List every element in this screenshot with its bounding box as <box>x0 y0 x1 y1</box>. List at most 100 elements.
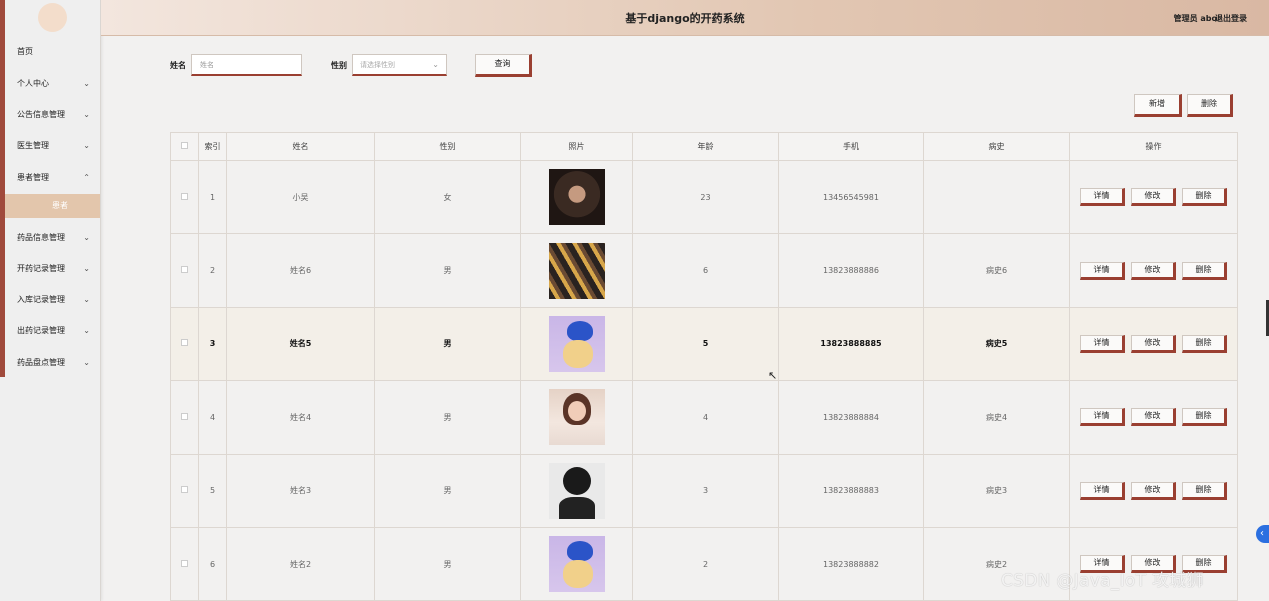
sidebar-item-doctors[interactable]: 医生管理 ⌄ <box>5 135 100 157</box>
table-row[interactable]: 1 小吴女 23 13456545981 详情 修改 删除 <box>170 159 1238 235</box>
row-checkbox-cell[interactable] <box>170 233 199 308</box>
cell-name: 姓名3 <box>226 453 375 528</box>
cell-gender: 男 <box>374 233 521 308</box>
row-checkbox[interactable] <box>181 339 188 347</box>
cell-name: 姓名4 <box>226 380 375 455</box>
detail-button[interactable]: 详情 <box>1080 408 1125 427</box>
cell-phone: 13823888883 <box>778 453 924 528</box>
delete-button[interactable]: 删除 <box>1182 188 1227 207</box>
row-checkbox-cell[interactable] <box>170 306 199 382</box>
cell-gender: 男 <box>374 453 521 528</box>
cell-name: 姓名5 <box>226 306 375 382</box>
avatar[interactable] <box>38 3 67 32</box>
table-row[interactable]: 5 姓名3 男 3 13823888883 病史3 详情 修改 删除 <box>170 453 1238 528</box>
chevron-down-icon: ⌄ <box>83 326 90 335</box>
gender-select[interactable]: 请选择性别 ⌄ <box>352 54 447 76</box>
cell-phone: 13823888882 <box>778 526 924 601</box>
sidebar-item-label: 开药记录管理 <box>17 264 65 273</box>
name-search-input[interactable]: 姓名 <box>191 54 302 76</box>
detail-button[interactable]: 详情 <box>1080 481 1125 500</box>
cell-age: 4 <box>632 380 779 455</box>
name-label: 姓名 <box>170 61 186 70</box>
chevron-down-icon: ⌄ <box>432 60 439 69</box>
sidebar-item-label: 公告信息管理 <box>17 110 65 119</box>
edit-button[interactable]: 修改 <box>1131 334 1176 353</box>
detail-button[interactable]: 详情 <box>1080 188 1125 207</box>
select-all-checkbox[interactable] <box>181 142 188 149</box>
row-checkbox-cell[interactable] <box>170 526 199 601</box>
sidebar-item-stock-in[interactable]: 入库记录管理 ⌄ <box>5 289 100 311</box>
cell-actions: 详情 修改 删除 <box>1069 306 1238 382</box>
add-button[interactable]: 新增 <box>1134 94 1182 117</box>
delete-button[interactable]: 删除 <box>1182 481 1227 500</box>
patient-photo <box>548 169 605 226</box>
patient-table: 索引 姓名 性别 照片 年龄 手机 病史 操作 1 小吴女 23 1345654598… <box>170 132 1238 601</box>
edit-button[interactable]: 修改 <box>1131 261 1176 280</box>
cell-index: 3 <box>198 306 227 382</box>
patient-photo <box>548 242 605 299</box>
patient-photo <box>548 462 605 519</box>
row-checkbox[interactable] <box>181 266 188 274</box>
table-row[interactable]: 4 姓名4 男 4 13823888884 病史4 详情 修改 删除 <box>170 380 1238 455</box>
row-checkbox[interactable] <box>181 486 188 494</box>
column-header-history: 病史 <box>923 132 1070 161</box>
logout-link[interactable]: 退出登录 <box>1215 13 1247 24</box>
table-row[interactable]: 2 姓名6 男 6 13823888886 病史6 详情 修改 删除 <box>170 233 1238 308</box>
cell-photo <box>520 526 633 601</box>
row-checkbox[interactable] <box>181 192 188 200</box>
edit-button[interactable]: 修改 <box>1131 481 1176 500</box>
sidebar-item-medicines[interactable]: 药品信息管理 ⌄ <box>5 227 100 249</box>
patient-photo <box>548 536 605 593</box>
sidebar-item-profile[interactable]: 个人中心 ⌄ <box>5 73 100 95</box>
row-checkbox-cell[interactable] <box>170 453 199 528</box>
column-header-phone: 手机 <box>778 132 924 161</box>
column-header-gender: 性别 <box>374 132 521 161</box>
gender-select-placeholder: 请选择性别 <box>360 61 395 69</box>
gender-label: 性别 <box>331 61 347 70</box>
cell-index: 6 <box>198 526 227 601</box>
header: 基于django的开药系统 管理员 abo 退出登录 <box>101 0 1269 36</box>
cell-name: 姓名6 <box>226 233 375 308</box>
sidebar-subitem-patient[interactable]: 患者 <box>5 194 100 218</box>
cell-photo <box>520 453 633 528</box>
cell-history: 病史5 <box>923 306 1070 382</box>
row-checkbox-cell[interactable] <box>170 380 199 455</box>
chevron-down-icon: ⌄ <box>83 79 90 88</box>
cell-name: 姓名2 <box>226 526 375 601</box>
sidebar-item-label: 医生管理 <box>17 141 49 150</box>
mouse-cursor-icon: ↖ <box>768 369 778 382</box>
sidebar-item-patients[interactable]: 患者管理 ⌃ <box>5 167 100 189</box>
row-checkbox[interactable] <box>181 559 188 567</box>
cell-photo <box>520 306 633 382</box>
page-title: 基于django的开药系统 <box>625 12 745 25</box>
sidebar-item-prescriptions[interactable]: 开药记录管理 ⌄ <box>5 258 100 280</box>
chevron-up-icon: ⌃ <box>83 173 90 182</box>
cell-actions: 详情 修改 删除 <box>1069 159 1238 235</box>
sidebar-item-dispense[interactable]: 出药记录管理 ⌄ <box>5 320 100 342</box>
sidebar-item-home[interactable]: 首页 <box>5 41 100 63</box>
cell-history: 病史4 <box>923 380 1070 455</box>
cell-age: 23 <box>632 159 779 235</box>
row-checkbox[interactable] <box>181 412 188 420</box>
edit-button[interactable]: 修改 <box>1131 188 1176 207</box>
select-all-cell[interactable] <box>170 132 199 161</box>
delete-button[interactable]: 删除 <box>1182 408 1227 427</box>
cell-photo <box>520 233 633 308</box>
row-checkbox-cell[interactable] <box>170 159 199 235</box>
edit-button[interactable]: 修改 <box>1131 408 1176 427</box>
table-row[interactable]: 3 姓名5 男 5 13823888885 病史5 详情 修改 删除 <box>170 306 1238 382</box>
chevron-down-icon: ⌄ <box>83 141 90 150</box>
detail-button[interactable]: 详情 <box>1080 334 1125 353</box>
detail-button[interactable]: 详情 <box>1080 261 1125 280</box>
patient-photo <box>548 315 605 372</box>
delete-button[interactable]: 删除 <box>1182 334 1227 353</box>
table-header-row: 索引 姓名 性别 照片 年龄 手机 病史 操作 <box>170 132 1238 161</box>
sidebar-item-announcements[interactable]: 公告信息管理 ⌄ <box>5 104 100 126</box>
cell-phone: 13823888885 <box>778 306 924 382</box>
chevron-left-icon[interactable]: ‹ <box>1256 525 1269 543</box>
batch-delete-button[interactable]: 删除 <box>1187 94 1233 117</box>
delete-button[interactable]: 删除 <box>1182 261 1227 280</box>
sidebar-item-inventory[interactable]: 药品盘点管理 ⌄ <box>5 352 100 374</box>
query-button[interactable]: 查询 <box>475 54 532 77</box>
sidebar-item-label: 个人中心 <box>17 79 49 88</box>
